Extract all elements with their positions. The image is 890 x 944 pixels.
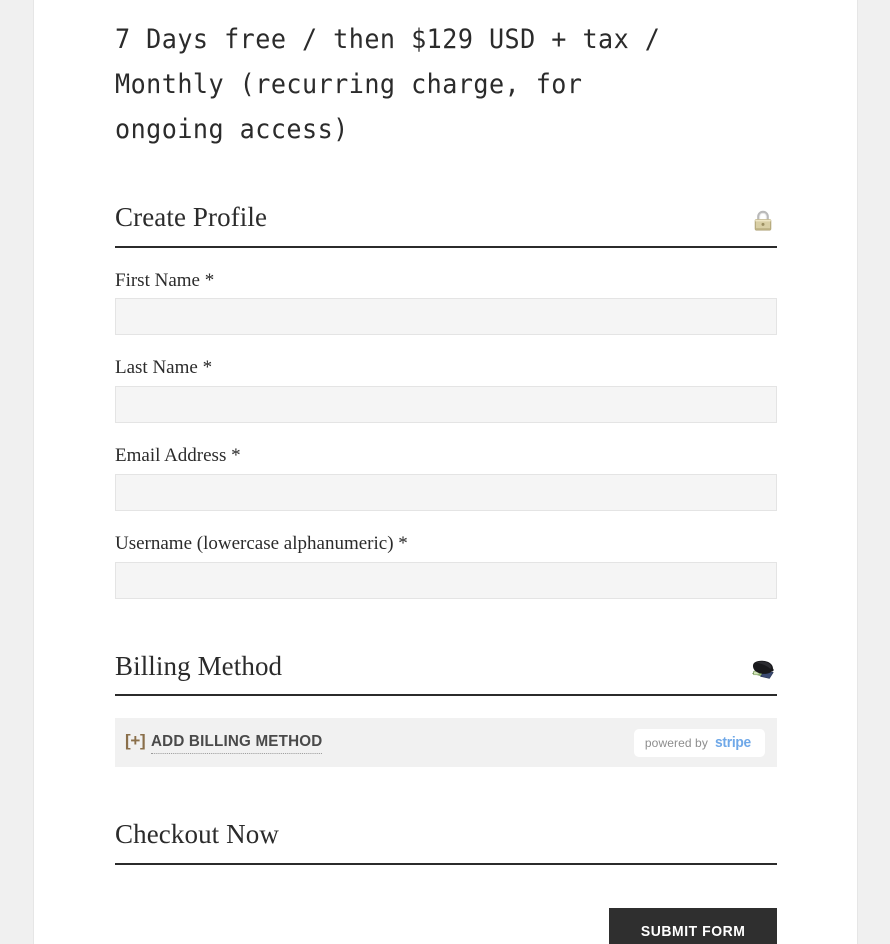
add-billing-method-label: ADD BILLING METHOD (151, 733, 323, 755)
content-column: 7 Days free / then $129 USD + tax / Mont… (33, 0, 858, 944)
stripe-powered-badge: powered by stripe (633, 728, 765, 757)
lock-icon (749, 207, 777, 235)
page-background: 7 Days free / then $129 USD + tax / Mont… (0, 0, 890, 944)
plan-heading: 7 Days free / then $129 USD + tax / Mont… (115, 24, 661, 145)
checkout-header: Checkout Now (115, 819, 777, 866)
last-name-input[interactable] (115, 386, 777, 424)
field-username: Username (lowercase alphanumeric) * (115, 532, 777, 599)
submit-area: SUBMIT FORM (115, 908, 777, 944)
field-label-first-name: First Name * (115, 269, 215, 291)
create-profile-header: Create Profile (115, 202, 777, 248)
create-profile-title: Create Profile (115, 202, 268, 232)
field-last-name: Last Name * (115, 356, 777, 424)
email-address-input[interactable] (115, 473, 777, 511)
submit-form-label: SUBMIT FORM (640, 922, 746, 940)
username-input[interactable] (115, 561, 777, 599)
add-billing-plus-icon: [+] (125, 731, 146, 751)
first-name-input[interactable] (115, 298, 777, 336)
billing-method-header: Billing Method (115, 650, 777, 697)
field-label-email-address: Email Address * (115, 445, 241, 467)
submit-form-button[interactable]: SUBMIT FORM (609, 908, 777, 944)
stripe-logo-text: stripe (714, 734, 751, 752)
field-email-address: Email Address * (115, 444, 777, 511)
checkout-section: Checkout Now SUBMIT FORM (115, 820, 777, 944)
field-label-username: Username (lowercase alphanumeric) * (115, 532, 408, 554)
billing-method-title: Billing Method (115, 650, 283, 681)
add-billing-method-button[interactable]: [+] ADD BILLING METHOD (125, 731, 332, 755)
field-label-last-name: Last Name * (115, 357, 213, 379)
billing-method-row: [+] ADD BILLING METHOD powered by stripe (115, 718, 777, 768)
field-first-name: First Name * (115, 269, 777, 336)
create-profile-section: Create Profile First Name * Last Name * … (115, 202, 777, 599)
billing-method-section: Billing Method [+] ADD BILLING METHOD po… (115, 650, 777, 768)
stripe-powered-by-text: powered by (644, 735, 708, 750)
wallet-icon (749, 655, 777, 683)
content-inner: 7 Days free / then $129 USD + tax / Mont… (34, 0, 857, 944)
checkout-title: Checkout Now (115, 819, 279, 850)
